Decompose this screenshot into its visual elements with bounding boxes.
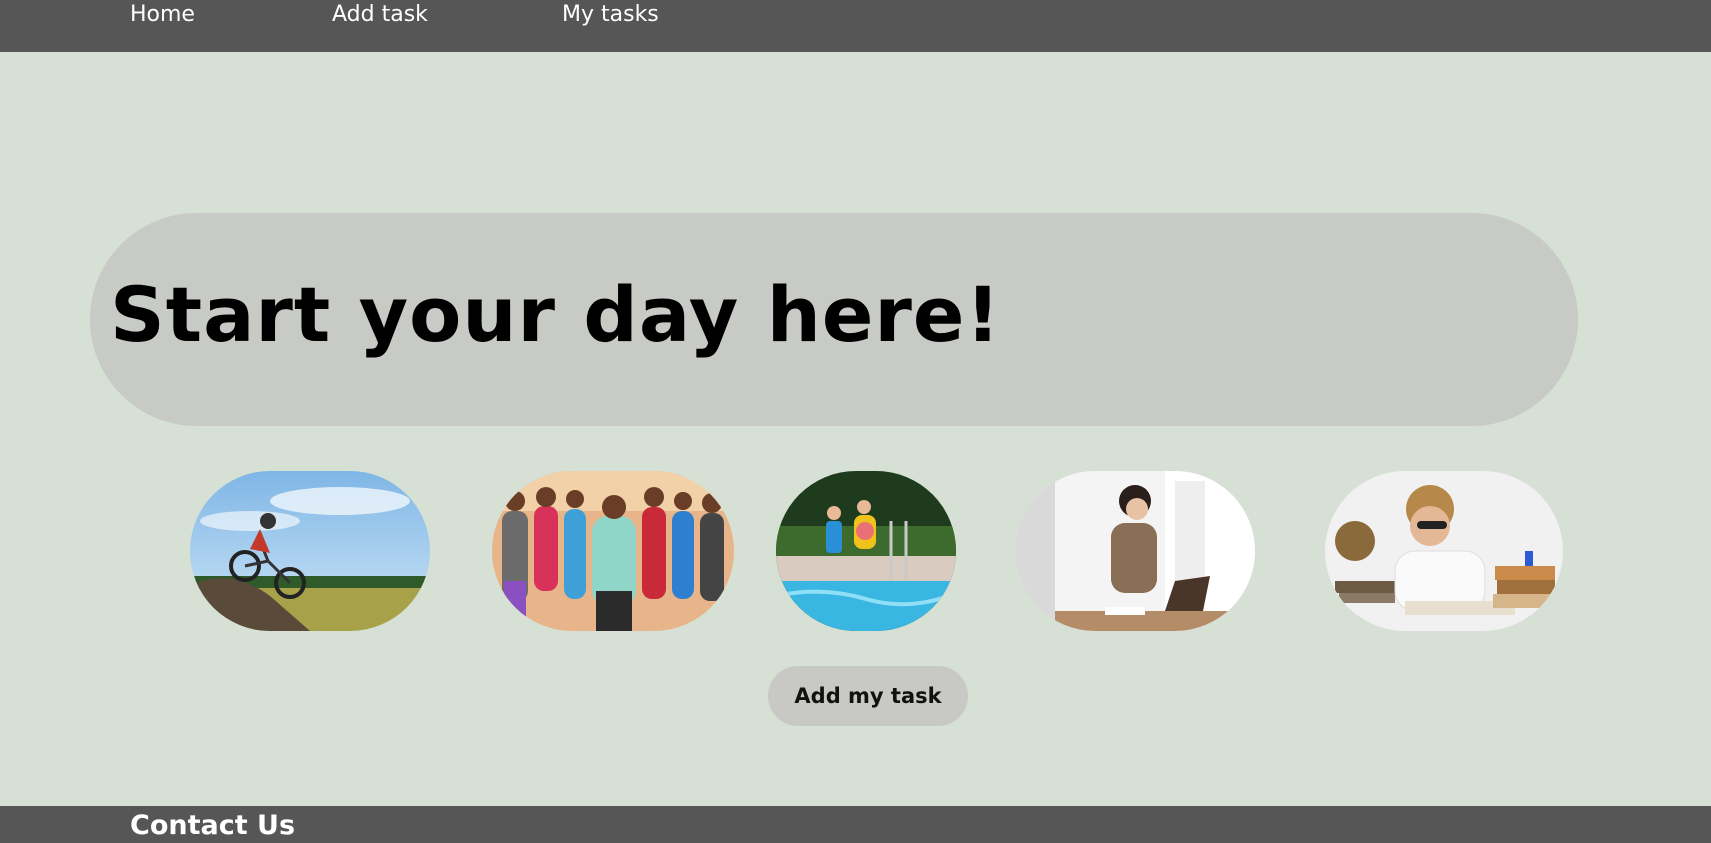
footer-bar: Contact Us xyxy=(0,806,1711,843)
photo-kids-jumping-into-pool xyxy=(776,471,956,631)
footer-contact-us-heading: Contact Us xyxy=(130,810,296,841)
nav-link-home[interactable]: Home xyxy=(130,2,195,27)
top-nav-bar: Home Add task My tasks xyxy=(0,0,1711,52)
nav-link-add-task[interactable]: Add task xyxy=(332,2,428,27)
hero-title: Start your day here! xyxy=(110,270,1002,359)
photo-mountain-biker xyxy=(190,471,430,631)
hero-banner: Start your day here! xyxy=(90,213,1578,426)
add-my-task-button[interactable]: Add my task xyxy=(768,666,968,726)
photo-woman-working-on-laptop xyxy=(1015,471,1255,631)
nav-link-my-tasks[interactable]: My tasks xyxy=(562,2,659,27)
photo-tired-student-with-books xyxy=(1325,471,1563,631)
photo-dance-fitness-class xyxy=(492,471,734,631)
